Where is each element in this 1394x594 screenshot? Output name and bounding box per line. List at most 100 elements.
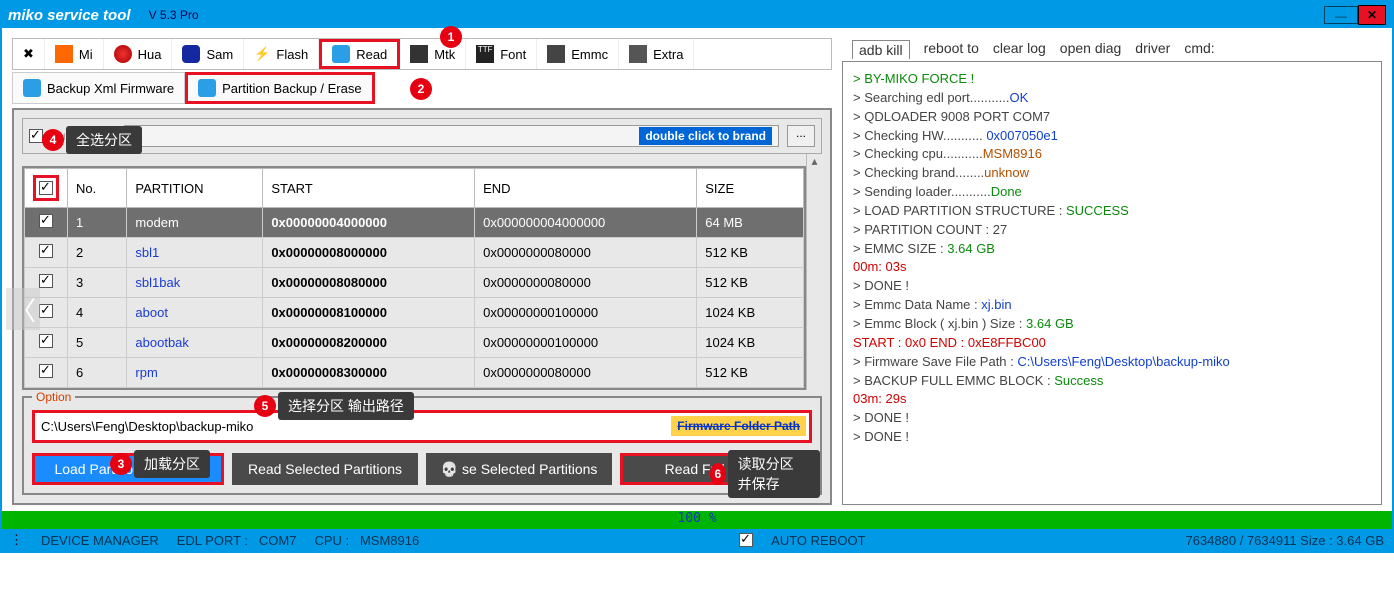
tool-mtk[interactable]: Mtk [400,39,466,69]
col-start[interactable]: START [263,169,475,208]
read-full-image-button[interactable]: Read Full Image [620,453,812,485]
cell-size: 1024 KB [697,328,804,358]
load-partition-button[interactable]: Load Partition Structure [32,453,224,485]
cell-size: 512 KB [697,238,804,268]
cell-no: 4 [68,298,127,328]
table-row[interactable]: 1modem0x000000040000000x0000000040000006… [25,208,804,238]
cell-size: 64 MB [697,208,804,238]
cell-no: 3 [68,268,127,298]
row-checkbox[interactable] [39,334,53,348]
auto-reboot-label: AUTO REBOOT [771,533,865,548]
table-row[interactable]: 2sbl10x000000080000000x0000000080000512 … [25,238,804,268]
col-no[interactable]: No. [68,169,127,208]
log-output: > BY-MIKO FORCE !> Searching edl port...… [842,61,1382,505]
cell-partition: sbl1 [127,238,263,268]
main-toolbar: ✖ Mi Hua Sam ⚡Flash Read Mtk TTFFont Emm… [12,38,832,70]
partition-table: No. PARTITION START END SIZE 1modem0x000… [24,168,804,388]
row-checkbox[interactable] [39,304,53,318]
cell-no: 1 [68,208,127,238]
tool-emmc[interactable]: Emmc [537,39,619,69]
cell-start: 0x00000008100000 [263,298,475,328]
extra-icon [629,45,647,63]
auto-loader-label: Auto Loader [51,129,116,143]
cell-partition: modem [127,208,263,238]
tool-read[interactable]: Read [319,39,400,69]
app-title: miko service tool [8,7,131,24]
option-legend: Option [32,390,75,404]
cell-no: 5 [68,328,127,358]
row-checkbox[interactable] [39,214,53,228]
cell-end: 0x0000000080000 [475,358,697,388]
cell-start: 0x00000008000000 [263,238,475,268]
row-checkbox[interactable] [39,274,53,288]
status-counts: 7634880 / 7634911 Size : 3.64 GB [1185,533,1384,548]
row-checkbox[interactable] [39,364,53,378]
cell-start: 0x00000004000000 [263,208,475,238]
huawei-icon [114,45,132,63]
progress-bar: 100 % [2,511,1392,529]
cell-size: 512 KB [697,358,804,388]
read-icon [332,45,350,63]
row-checkbox[interactable] [39,244,53,258]
tool-font[interactable]: TTFFont [466,39,537,69]
tool-sam[interactable]: Sam [172,39,244,69]
log-tabs: adb kill reboot to clear log open diag d… [842,38,1382,61]
cell-end: 0x00000000100000 [475,328,697,358]
logtab-driver[interactable]: driver [1135,40,1170,59]
emmc-icon [547,45,565,63]
cell-partition: sbl1bak [127,268,263,298]
logtab-cmd[interactable]: cmd: [1184,40,1214,59]
table-row[interactable]: 6rpm0x000000083000000x0000000080000512 K… [25,358,804,388]
table-row[interactable]: 3sbl1bak0x000000080800000x00000000800005… [25,268,804,298]
browse-loader-button[interactable]: ... [787,125,815,147]
table-row[interactable]: 5abootbak0x000000082000000x0000000010000… [25,328,804,358]
tab-backup-xml[interactable]: Backup Xml Firmware [12,72,185,104]
tool-mi[interactable]: Mi [45,39,104,69]
loader-hint: double click to brand [639,127,772,145]
col-partition[interactable]: PARTITION [127,169,263,208]
cell-partition: aboot [127,298,263,328]
logtab-reboot[interactable]: reboot to [924,40,979,59]
erase-selected-button[interactable]: se Selected Partitions [426,453,612,485]
db-icon [23,79,41,97]
loader-path-input[interactable]: double click to brand [124,125,779,147]
close-button[interactable]: ✕ [1358,5,1386,25]
table-row[interactable]: 4aboot0x000000081000000x0000000010000010… [25,298,804,328]
app-version: V 5.3 Pro [149,8,199,22]
auto-loader-checkbox[interactable] [29,129,43,143]
cell-end: 0x0000000080000 [475,238,697,268]
select-all-checkbox[interactable] [39,181,53,195]
cell-start: 0x00000008200000 [263,328,475,358]
cell-size: 1024 KB [697,298,804,328]
cell-size: 512 KB [697,268,804,298]
logtab-opendiag[interactable]: open diag [1060,40,1122,59]
tool-extra[interactable]: Extra [619,39,694,69]
cell-partition: rpm [127,358,263,388]
cell-end: 0x0000000080000 [475,268,697,298]
mi-icon [55,45,73,63]
tool-flash[interactable]: ⚡Flash [244,39,319,69]
logtab-clearlog[interactable]: clear log [993,40,1046,59]
firmware-folder-label: Firmware Folder Path [671,416,806,436]
logtab-adbkill[interactable]: adb kill [852,40,910,59]
table-scrollbar[interactable] [806,154,822,390]
cell-end: 0x00000000100000 [475,298,697,328]
tool-settings[interactable]: ✖ [13,39,45,69]
mtk-icon [410,45,428,63]
col-end[interactable]: END [475,169,697,208]
tool-hua[interactable]: Hua [104,39,173,69]
status-bar: ⋮ DEVICE MANAGER EDL PORT : COM7 CPU : M… [2,529,1392,551]
cell-no: 2 [68,238,127,268]
read-selected-button[interactable]: Read Selected Partitions [232,453,418,485]
cell-no: 6 [68,358,127,388]
col-size[interactable]: SIZE [697,169,804,208]
status-devmgr[interactable]: DEVICE MANAGER [41,533,159,548]
back-arrow[interactable]: 〈 [6,288,40,330]
db-icon [198,79,216,97]
minimize-button[interactable]: — [1324,6,1358,24]
titlebar: miko service tool V 5.3 Pro — ✕ [2,2,1392,28]
tab-partition-backup[interactable]: Partition Backup / Erase [185,72,374,104]
auto-reboot-checkbox[interactable] [739,533,753,547]
samsung-icon [182,45,200,63]
cell-end: 0x000000004000000 [475,208,697,238]
